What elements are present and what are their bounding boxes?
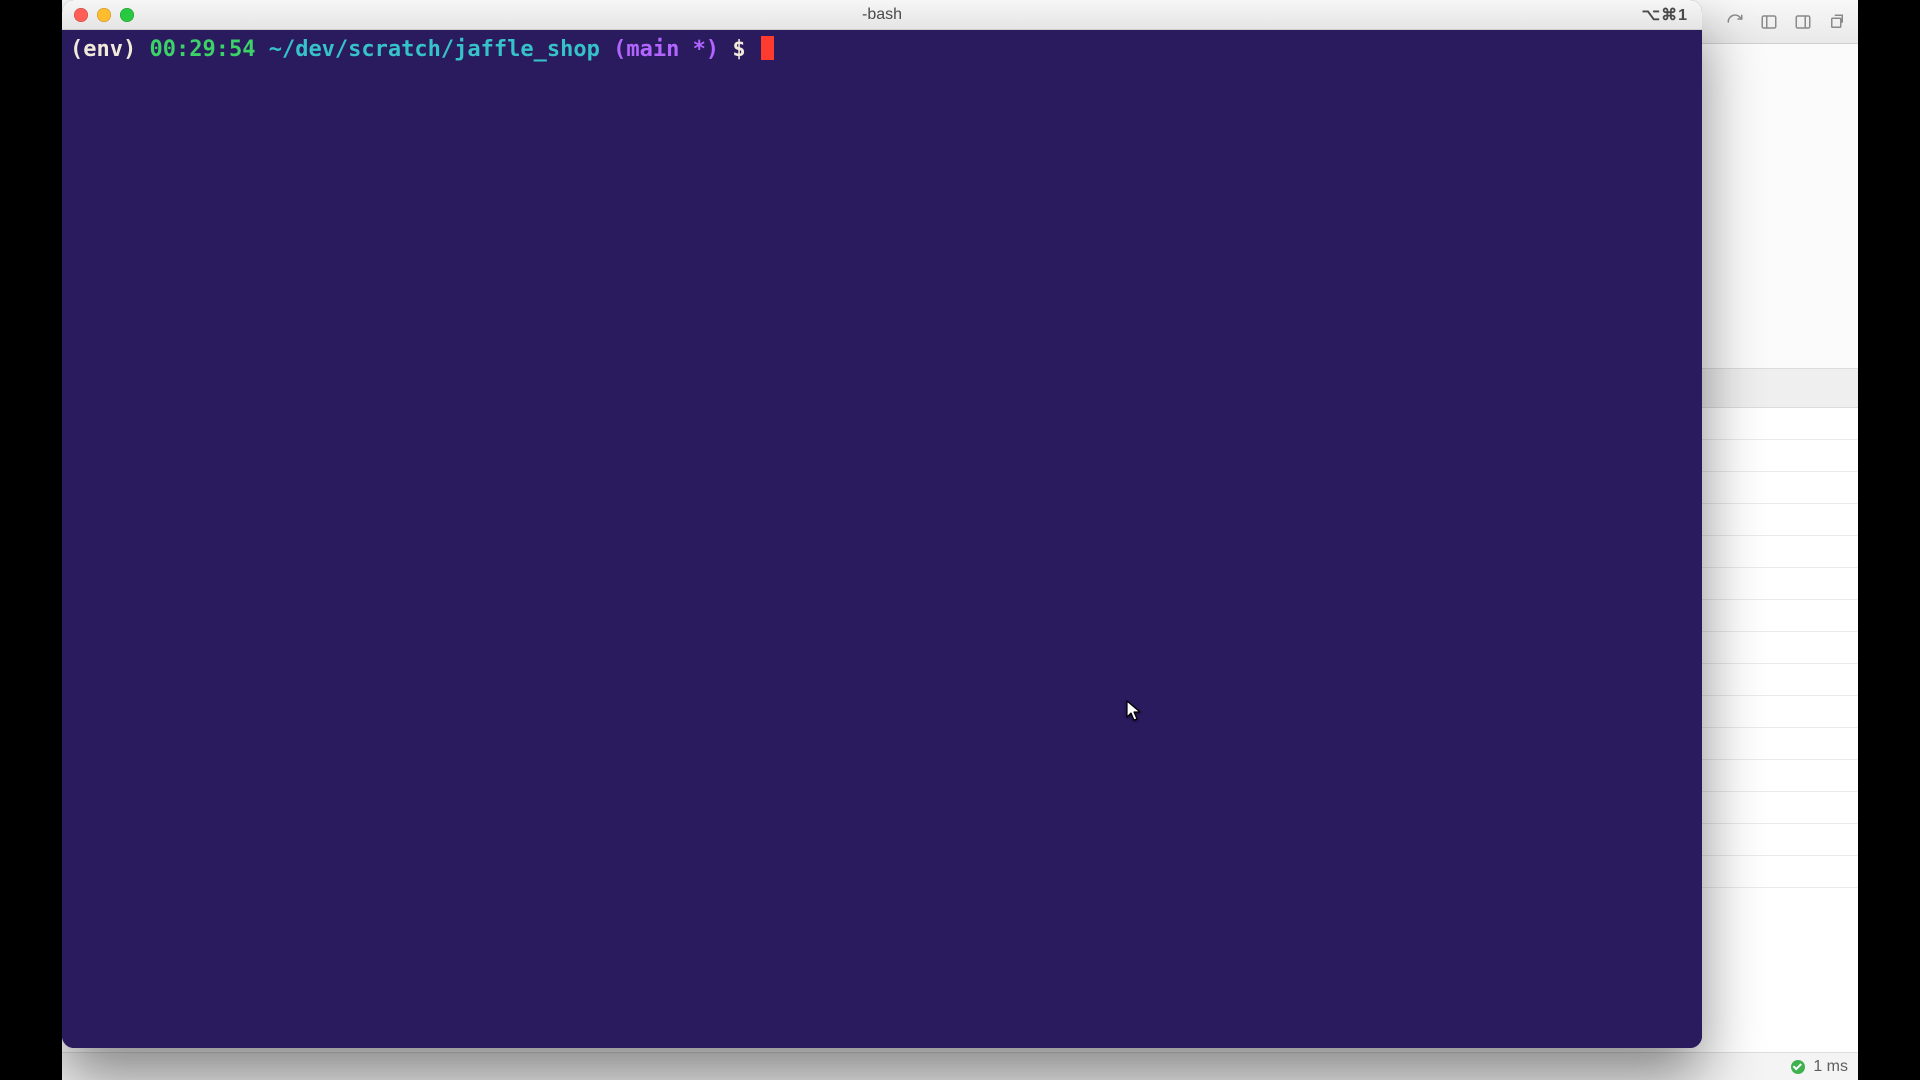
close-icon[interactable] <box>74 8 88 22</box>
popout-icon[interactable] <box>1826 11 1848 33</box>
prompt-env: (env) <box>70 37 136 62</box>
terminal-shortcut-label: ⌥⌘1 <box>1642 5 1688 25</box>
prompt-path: ~/dev/scratch/jaffle_shop <box>269 37 600 62</box>
terminal-body[interactable]: (env) 00:29:54 ~/dev/scratch/jaffle_shop… <box>62 30 1702 1048</box>
background-app-statusbar: 1 ms <box>62 1052 1858 1080</box>
prompt-symbol: $ <box>732 37 745 62</box>
desktop-stage: Execute Statement 1 ms -bash ⌥⌘1 <box>62 0 1858 1080</box>
panel-left-icon[interactable] <box>1758 11 1780 33</box>
terminal-window: -bash ⌥⌘1 (env) 00:29:54 ~/dev/scratch/j… <box>62 0 1702 1048</box>
prompt-time: 00:29:54 <box>149 37 255 62</box>
refresh-icon[interactable] <box>1724 11 1746 33</box>
status-success-icon <box>1791 1060 1805 1074</box>
minimize-icon[interactable] <box>97 8 111 22</box>
zoom-icon[interactable] <box>120 8 134 22</box>
prompt-git: (main *) <box>613 37 719 62</box>
terminal-titlebar[interactable]: -bash ⌥⌘1 <box>62 0 1702 30</box>
status-time-label: 1 ms <box>1813 1058 1848 1076</box>
terminal-title: -bash <box>862 6 902 24</box>
panel-right-icon[interactable] <box>1792 11 1814 33</box>
terminal-cursor <box>761 36 774 60</box>
window-controls <box>74 8 134 22</box>
